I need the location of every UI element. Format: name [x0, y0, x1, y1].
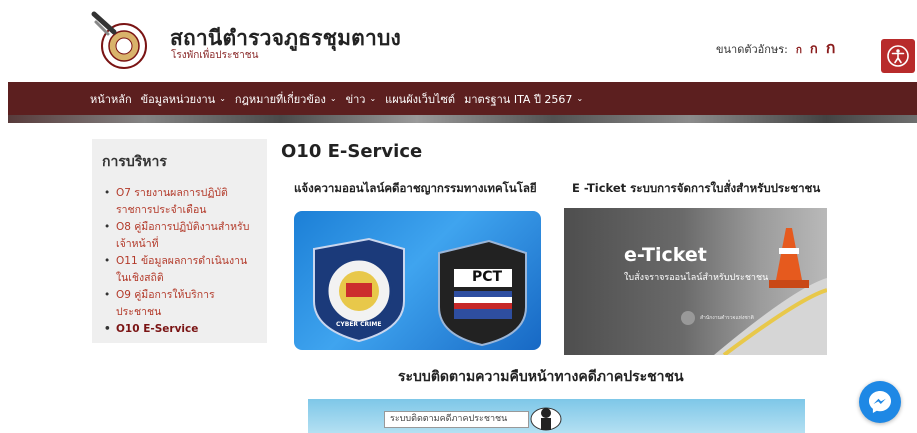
sidebar-item-o11[interactable]: O11 ข้อมูลผลการดำเนินงานในเชิงสถิติ: [102, 253, 257, 287]
cyber-crime-banner[interactable]: CYBER CRIME PCT: [294, 211, 541, 350]
font-size-medium-button[interactable]: ก: [810, 38, 818, 59]
chevron-down-icon: ⌄: [369, 94, 377, 103]
messenger-chat-button[interactable]: [859, 381, 901, 423]
e-ticket-footer: สำนักงานตำรวจแห่งชาติ: [700, 315, 754, 321]
cyber-crime-badges-image: [313, 237, 527, 347]
police-officer-icon: [530, 407, 562, 431]
nav-item-label: ข่าว: [345, 92, 366, 106]
nav-item-news[interactable]: ข่าว ⌄: [346, 90, 377, 108]
nav-item-label: ข้อมูลหน่วยงาน: [140, 92, 216, 106]
chevron-down-icon: ⌄: [219, 94, 226, 103]
nav-item-agency-info[interactable]: ข้อมูลหน่วยงาน ⌄: [141, 90, 226, 108]
e-ticket-subheading: ใบสั่งจราจรออนไลน์สำหรับประชาชน: [624, 273, 769, 283]
nav-item-home[interactable]: หน้าหลัก: [90, 90, 132, 108]
banner-badge-label: CYBER CRIME: [336, 321, 382, 328]
sidebar-item-o10[interactable]: O10 E-Service: [102, 321, 257, 338]
banner-badge-label: PCT: [472, 269, 503, 285]
chevron-down-icon: ⌄: [329, 94, 337, 103]
nav-item-laws[interactable]: กฎหมายที่เกี่ยวข้อง ⌄: [235, 90, 337, 108]
sidebar-list: O7 รายงานผลการปฏิบัติราชการประจำเดือน O8…: [102, 185, 257, 338]
nav-item-label: มาตรฐาน ITA ปี 2567: [464, 92, 573, 106]
case-tracking-title: ระบบติดตามความคืบหน้าทางคดีภาคประชาชน: [398, 369, 684, 385]
site-subtitle: โรงพักเพื่อประชาชน: [171, 50, 259, 61]
sidebar-item-o8[interactable]: O8 คู่มือการปฏิบัติงานสำหรับเจ้าหน้าที่: [102, 219, 257, 253]
main-navbar: หน้าหลัก ข้อมูลหน่วยงาน ⌄ กฎหมายที่เกี่ย…: [8, 82, 917, 115]
card-title-cyber-crime[interactable]: แจ้งความออนไลน์คดีอาชญากรรมทางเทคโนโลยี: [294, 180, 537, 198]
messenger-icon: [869, 391, 891, 413]
case-tracking-label: ระบบติดตามคดีภาคประชาชน: [384, 411, 529, 428]
sidebar: การบริหาร O7 รายงานผลการปฏิบัติราชการประ…: [92, 139, 267, 343]
e-ticket-banner[interactable]: e-Ticket ใบสั่งจราจรออนไลน์สำหรับประชาชน…: [564, 208, 827, 355]
accessibility-button[interactable]: [881, 39, 915, 73]
chevron-down-icon: ⌄: [576, 94, 584, 103]
sidebar-item-o7[interactable]: O7 รายงานผลการปฏิบัติราชการประจำเดือน: [102, 185, 257, 219]
police-emblem-logo[interactable]: [90, 10, 148, 74]
font-size-control: ขนาดตัวอักษร: ก ก ก: [716, 36, 835, 61]
nav-item-sitemap[interactable]: แผนผังเว็บไซต์: [385, 90, 455, 108]
case-tracking-banner[interactable]: ระบบติดตามคดีภาคประชาชน: [308, 399, 805, 433]
card-title-e-ticket[interactable]: E -Ticket ระบบการจัดการใบสั่งสำหรับประชา…: [572, 180, 820, 198]
sidebar-item-o9[interactable]: O9 คู่มือการให้บริการประชาชน: [102, 287, 257, 321]
accessibility-icon: [887, 45, 909, 67]
nav-item-label: กฎหมายที่เกี่ยวข้อง: [234, 92, 326, 106]
font-size-large-button[interactable]: ก: [826, 36, 836, 61]
nav-item-ita[interactable]: มาตรฐาน ITA ปี 2567 ⌄: [464, 90, 583, 108]
nav-item-label: หน้าหลัก: [90, 92, 132, 106]
header-banner-strip: [8, 115, 917, 123]
nav-item-label: แผนผังเว็บไซต์: [385, 92, 456, 106]
font-size-label: ขนาดตัวอักษร:: [716, 43, 788, 56]
sidebar-title: การบริหาร: [102, 154, 167, 170]
page-title: O10 E-Service: [281, 141, 423, 162]
site-header: สถานีตำรวจภูธรชุมตาบง โรงพักเพื่อประชาชน…: [0, 0, 917, 82]
font-size-small-button[interactable]: ก: [796, 43, 802, 58]
e-ticket-heading: e-Ticket: [624, 244, 707, 266]
